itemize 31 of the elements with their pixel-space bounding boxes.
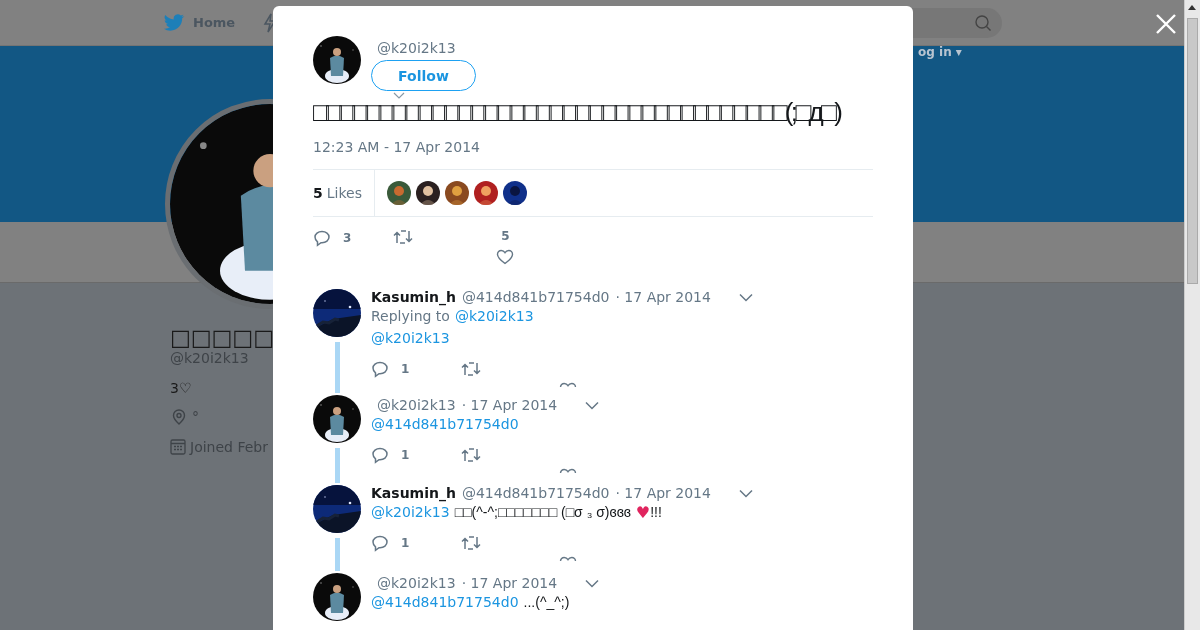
reply-date[interactable]: · 17 Apr 2014 (615, 485, 711, 501)
mention-link[interactable]: @k20i2k13 (371, 330, 450, 346)
reply-text: ...(^_^;) (523, 594, 570, 610)
reply-author[interactable]: Kasumin_h (371, 289, 456, 305)
replying-label: Replying to (371, 308, 450, 324)
follow-button[interactable]: Follow (371, 60, 476, 91)
profile-location: ° (192, 409, 199, 425)
heart-emoji: ♥ (635, 502, 651, 522)
mention-link[interactable]: @k20i2k13 (371, 504, 450, 520)
like-count: 5 (501, 229, 510, 243)
reply-date[interactable]: · 17 Apr 2014 (461, 575, 558, 591)
mention-link[interactable]: @414d841b71754d0 (371, 416, 519, 432)
reply-count: 1 (401, 362, 410, 376)
reply-date[interactable]: · 17 Apr 2014 (615, 289, 711, 305)
reply-handle[interactable]: @414d841b71754d0 (461, 289, 610, 305)
reply-author[interactable]: Kasumin_h (371, 485, 456, 501)
login-menu[interactable]: og in ▾ (918, 45, 962, 59)
author-handle[interactable]: @k20i2k13 (371, 40, 456, 56)
reply-count: 1 (401, 536, 410, 550)
reply-text-end: !!! (650, 504, 662, 520)
profile-name: □□□□□ (170, 325, 274, 350)
reply-handle[interactable]: @k20i2k13 (371, 575, 456, 591)
reply-text: □□(^-^;□□□□□□□ (□σ ₃ σ)ɞɞɞ (454, 504, 631, 520)
reply-date[interactable]: · 17 Apr 2014 (461, 397, 558, 413)
mention-link[interactable]: @414d841b71754d0 (371, 594, 519, 610)
reply-handle[interactable]: @k20i2k13 (371, 397, 456, 413)
profile-bio: 3♡ (170, 380, 192, 396)
reply-count: 1 (401, 448, 410, 462)
mention-link[interactable]: @k20i2k13 (454, 308, 534, 324)
reply-handle[interactable]: @414d841b71754d0 (461, 485, 610, 501)
tweet-text: □□□□□□□□□□□□□□□□□□□□□□□□□□□□□□□□□□□□(;□д□) (313, 97, 841, 127)
